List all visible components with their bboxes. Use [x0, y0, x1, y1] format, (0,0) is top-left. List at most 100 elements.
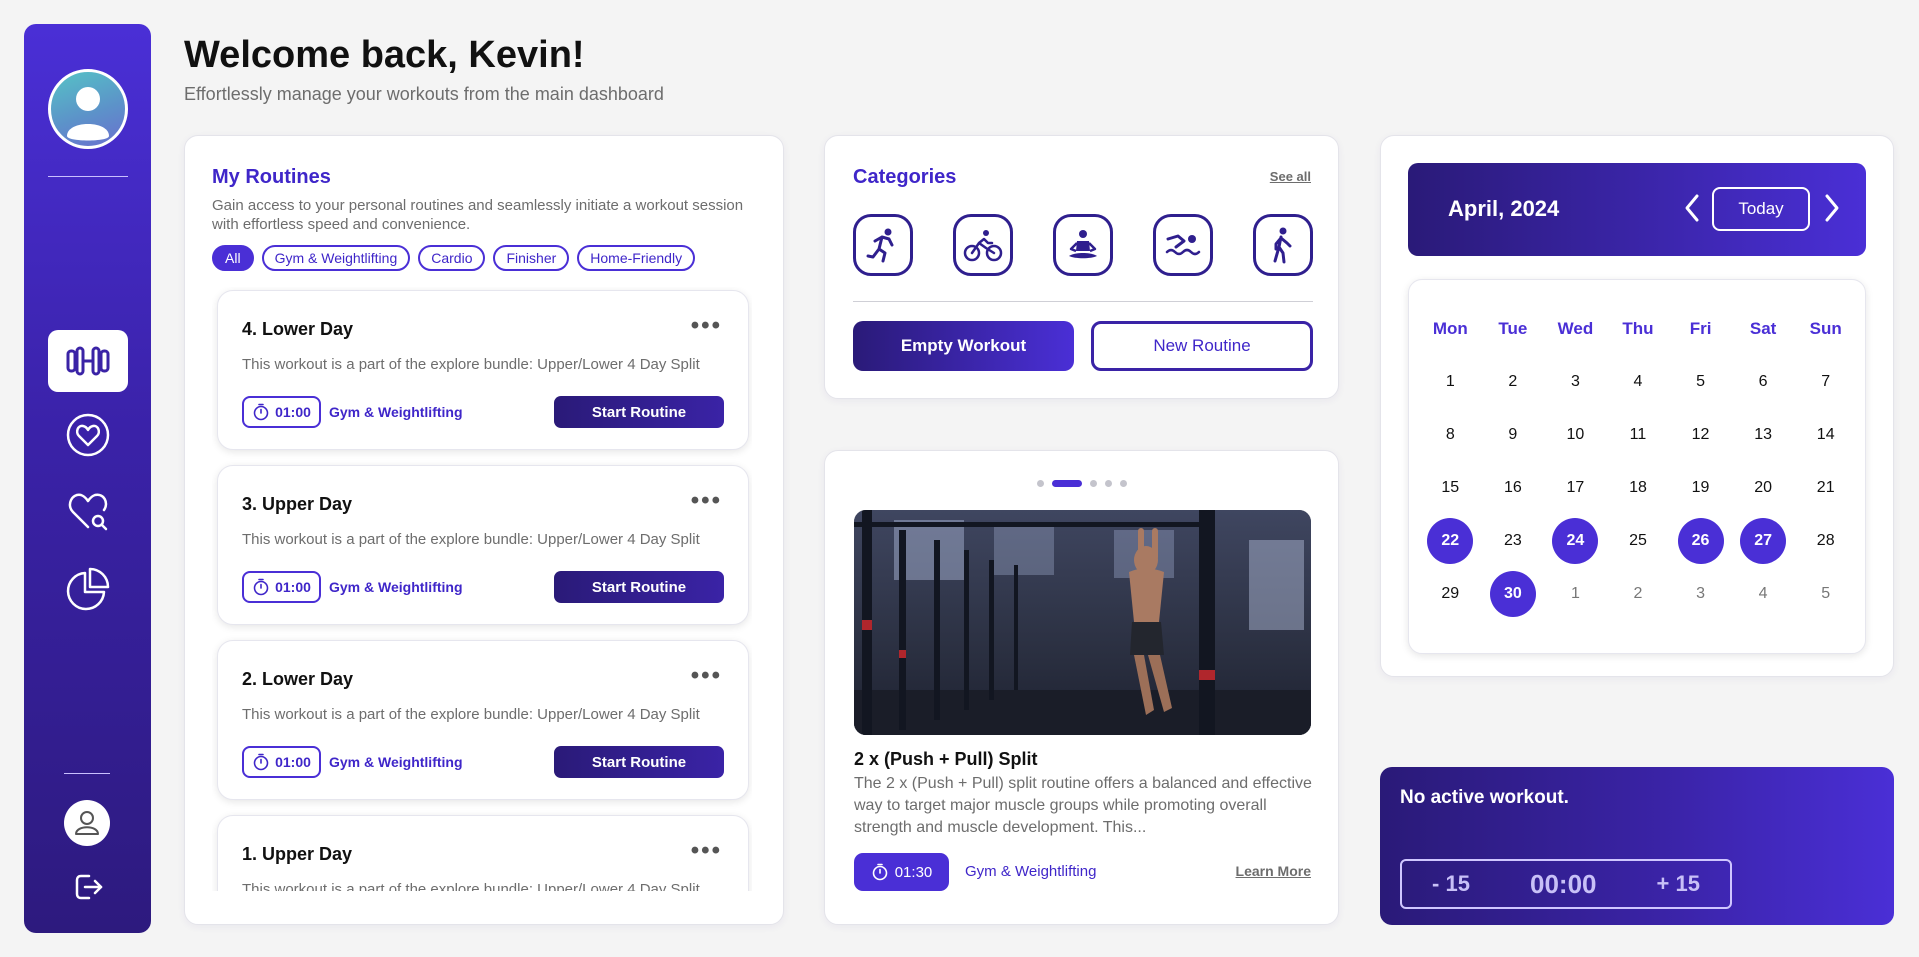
calendar-day[interactable]: 20	[1732, 461, 1795, 514]
calendar-day-number: 27	[1740, 517, 1787, 564]
timer-plus-button[interactable]: + 15	[1657, 871, 1700, 897]
carousel-dot[interactable]	[1036, 480, 1044, 487]
calendar-day[interactable]: 5	[1669, 355, 1732, 408]
sidebar-item-stats[interactable]	[48, 558, 128, 620]
calendar-day[interactable]: 4	[1732, 567, 1795, 620]
calendar-day[interactable]: 18	[1607, 461, 1670, 514]
dumbbell-icon	[66, 346, 110, 376]
category-cycling[interactable]	[953, 214, 1013, 276]
calendar-day[interactable]: 23	[1482, 514, 1545, 567]
calendar-prev-button[interactable]	[1680, 191, 1704, 225]
calendar-day[interactable]: 17	[1544, 461, 1607, 514]
calendar-day[interactable]: 14	[1794, 408, 1857, 461]
calendar-day[interactable]: 3	[1544, 355, 1607, 408]
more-options-icon[interactable]: •••	[691, 664, 722, 688]
routine-name: 4. Lower Day	[242, 319, 354, 339]
sidebar-item-health-search[interactable]	[48, 481, 128, 543]
more-options-icon[interactable]: •••	[691, 839, 722, 863]
calendar-day[interactable]: 2	[1482, 355, 1545, 408]
sidebar-item-profile[interactable]	[64, 800, 110, 846]
see-all-link[interactable]: See all	[1270, 169, 1311, 184]
featured-duration-badge: 01:30	[854, 853, 949, 891]
routine-name: 2. Lower Day	[242, 669, 354, 689]
profile-avatar[interactable]	[48, 69, 128, 149]
meditation-icon	[1069, 230, 1097, 259]
start-routine-button[interactable]: Start Routine	[554, 396, 724, 428]
calendar-day-selected[interactable]: 22	[1419, 514, 1482, 567]
category-running[interactable]	[853, 214, 913, 276]
learn-more-link[interactable]: Learn More	[1236, 863, 1311, 879]
routine-card[interactable]: 3. Upper Day ••• This workout is a part of…	[217, 465, 749, 625]
empty-workout-button[interactable]: Empty Workout	[853, 321, 1074, 371]
calendar-day[interactable]: 1	[1419, 355, 1482, 408]
new-routine-button[interactable]: New Routine	[1091, 321, 1313, 371]
weekday-label: Mon	[1432, 318, 1468, 338]
calendar-day-selected[interactable]: 30	[1482, 567, 1545, 620]
calendar-day-number: 23	[1503, 531, 1522, 549]
calendar-day[interactable]: 15	[1419, 461, 1482, 514]
category-swimming[interactable]	[1153, 214, 1213, 276]
calendar-day[interactable]: 11	[1607, 408, 1670, 461]
calendar-body: Mon Tue Wed Thu Fri Sat Sun 1 2 3 4 5 6 7 8 9 10 11 12 13 14…	[1408, 279, 1866, 654]
calendar-day[interactable]: 21	[1794, 461, 1857, 514]
stopwatch-icon	[872, 863, 888, 881]
calendar-day[interactable]: 29	[1419, 567, 1482, 620]
sidebar-item-logout[interactable]	[68, 869, 108, 905]
calendar-day[interactable]: 10	[1544, 408, 1607, 461]
filter-chip-finisher[interactable]: Finisher	[493, 245, 570, 271]
filter-chip-all[interactable]: All	[212, 245, 254, 271]
routine-list[interactable]: 4. Lower Day ••• This workout is a part of…	[212, 287, 752, 891]
calendar-day[interactable]: 7	[1794, 355, 1857, 408]
weekday-label: Thu	[1622, 318, 1654, 338]
calendar-day-number: 22	[1427, 517, 1474, 564]
more-options-icon[interactable]: •••	[691, 489, 722, 513]
calendar-today-button[interactable]: Today	[1712, 187, 1810, 231]
calendar-day[interactable]: 4	[1607, 355, 1670, 408]
sidebar-item-workouts[interactable]	[48, 330, 128, 392]
filter-chip-home[interactable]: Home-Friendly	[577, 245, 696, 271]
calendar-day[interactable]: 28	[1794, 514, 1857, 567]
calendar-day[interactable]: 2	[1607, 567, 1670, 620]
carousel-indicator	[825, 480, 1338, 487]
calendar-day-number: 26	[1677, 517, 1724, 564]
carousel-dot[interactable]	[1089, 480, 1097, 487]
filter-chip-gym[interactable]: Gym & Weightlifting	[261, 245, 411, 271]
calendar-day-number: 24	[1552, 517, 1599, 564]
start-routine-button[interactable]: Start Routine	[554, 746, 724, 778]
weekday-label: Tue	[1498, 318, 1528, 338]
calendar-day-selected[interactable]: 26	[1669, 514, 1732, 567]
filter-chip-cardio[interactable]: Cardio	[418, 245, 486, 271]
more-options-icon[interactable]: •••	[691, 314, 722, 338]
start-routine-button[interactable]: Start Routine	[554, 571, 724, 603]
routine-duration-badge: 01:00	[242, 571, 321, 603]
carousel-dot[interactable]	[1104, 480, 1112, 487]
calendar-day[interactable]: 1	[1544, 567, 1607, 620]
calendar-day-selected[interactable]: 27	[1732, 514, 1795, 567]
weekday-label: Wed	[1557, 318, 1594, 338]
calendar-day-selected[interactable]: 24	[1544, 514, 1607, 567]
calendar-day[interactable]: 3	[1669, 567, 1732, 620]
logout-icon	[75, 874, 103, 900]
category-walking[interactable]	[1253, 214, 1313, 276]
calendar-day[interactable]: 5	[1794, 567, 1857, 620]
calendar-next-button[interactable]	[1820, 191, 1844, 225]
sidebar-item-health[interactable]	[48, 404, 128, 466]
calendar-day-number: 1	[1570, 584, 1580, 602]
calendar-day-number: 4	[1758, 584, 1768, 602]
calendar-day[interactable]: 12	[1669, 408, 1732, 461]
routine-card[interactable]: 4. Lower Day ••• This workout is a part of…	[217, 290, 749, 450]
carousel-dot-active[interactable]	[1051, 480, 1082, 487]
routine-card[interactable]: 1. Upper Day ••• This workout is a part of…	[217, 815, 749, 891]
category-meditation[interactable]	[1053, 214, 1113, 276]
routine-card[interactable]: 2. Lower Day ••• This workout is a part of…	[217, 640, 749, 800]
calendar-day[interactable]: 8	[1419, 408, 1482, 461]
featured-category: Gym & Weightlifting	[965, 863, 1097, 880]
carousel-dot[interactable]	[1119, 480, 1127, 487]
calendar-day[interactable]: 6	[1732, 355, 1795, 408]
calendar-day[interactable]: 25	[1607, 514, 1670, 567]
calendar-day[interactable]: 19	[1669, 461, 1732, 514]
calendar-day[interactable]: 13	[1732, 408, 1795, 461]
calendar-day[interactable]: 9	[1482, 408, 1545, 461]
timer-minus-button[interactable]: - 15	[1432, 871, 1470, 897]
calendar-day[interactable]: 16	[1482, 461, 1545, 514]
